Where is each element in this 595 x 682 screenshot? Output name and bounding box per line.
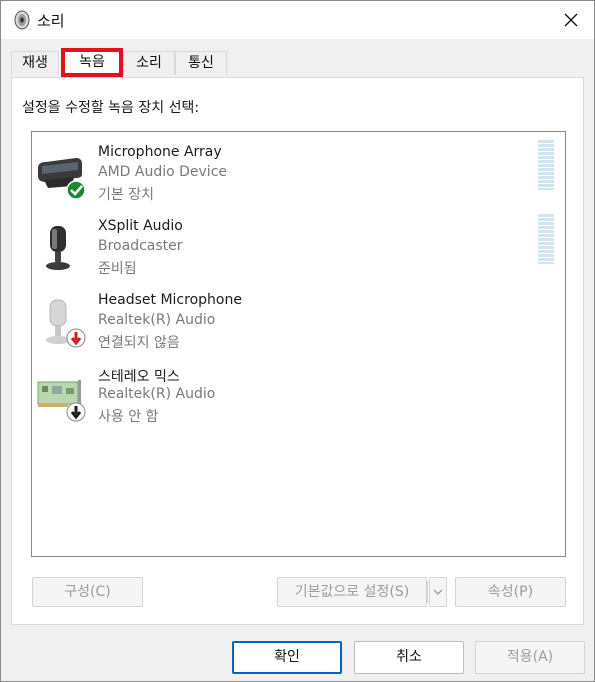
properties-button[interactable]: 속성(P) <box>455 577 566 607</box>
set-default-button[interactable]: 기본값으로 설정(S) <box>277 577 427 607</box>
sound-card-icon <box>37 380 86 422</box>
list-item-stereo-mix[interactable]: 스테레오 믹스 Realtek(R) Audio 사용 안 함 <box>36 362 556 428</box>
default-check-icon <box>66 180 86 200</box>
window-title: 소리 <box>37 12 65 30</box>
device-name: 스테레오 믹스 <box>98 369 180 385</box>
device-status: 연결되지 않음 <box>98 335 180 351</box>
device-name: Microphone Array <box>98 144 222 160</box>
title-bar: 소리 <box>1 1 594 39</box>
device-driver: Broadcaster <box>98 238 183 254</box>
device-driver: AMD Audio Device <box>98 164 228 180</box>
instruction-label: 설정을 수정할 녹음 장치 선택: <box>22 100 200 116</box>
list-item-headset-microphone[interactable]: Headset Microphone Realtek(R) Audio 연결되지… <box>36 288 556 354</box>
sound-dialog: 소리 재생 녹음 소리 통신 설정을 수정할 녹음 장치 선택: Microph… <box>0 0 595 682</box>
configure-button[interactable]: 구성(C) <box>32 577 143 607</box>
device-driver: Realtek(R) Audio <box>98 312 216 328</box>
cancel-button[interactable]: 취소 <box>354 641 464 674</box>
list-item-xsplit-audio[interactable]: XSplit Audio Broadcaster 준비됨 <box>36 214 556 280</box>
dialog-body: 재생 녹음 소리 통신 설정을 수정할 녹음 장치 선택: Microphone… <box>1 39 594 681</box>
device-name: XSplit Audio <box>98 218 183 234</box>
level-meter <box>538 214 554 264</box>
close-button[interactable] <box>548 1 594 39</box>
chevron-down-icon <box>433 589 443 595</box>
set-default-dropdown-button[interactable] <box>429 577 447 607</box>
microphone-icon <box>46 226 70 270</box>
device-status: 기본 장치 <box>98 187 154 203</box>
device-status: 사용 안 함 <box>98 409 159 425</box>
tab-recording[interactable]: 녹음 <box>61 48 123 77</box>
device-list[interactable]: Microphone Array AMD Audio Device 기본 장치 … <box>31 131 566 557</box>
list-item-microphone-array[interactable]: Microphone Array AMD Audio Device 기본 장치 <box>36 140 556 206</box>
microphone-array-icon <box>38 158 86 200</box>
headset-microphone-icon <box>46 299 86 348</box>
ok-button[interactable]: 확인 <box>232 641 342 674</box>
level-meter <box>538 140 554 190</box>
device-name: Headset Microphone <box>98 292 242 308</box>
tab-playback[interactable]: 재생 <box>11 51 59 75</box>
apply-button[interactable]: 적용(A) <box>475 641 585 674</box>
tab-sounds[interactable]: 소리 <box>123 51 175 75</box>
device-driver: Realtek(R) Audio <box>98 386 216 402</box>
split-button-divider <box>427 581 428 603</box>
close-icon <box>564 13 578 27</box>
device-status: 준비됨 <box>98 261 137 277</box>
speaker-icon <box>14 10 30 30</box>
tab-communications[interactable]: 통신 <box>175 51 227 75</box>
